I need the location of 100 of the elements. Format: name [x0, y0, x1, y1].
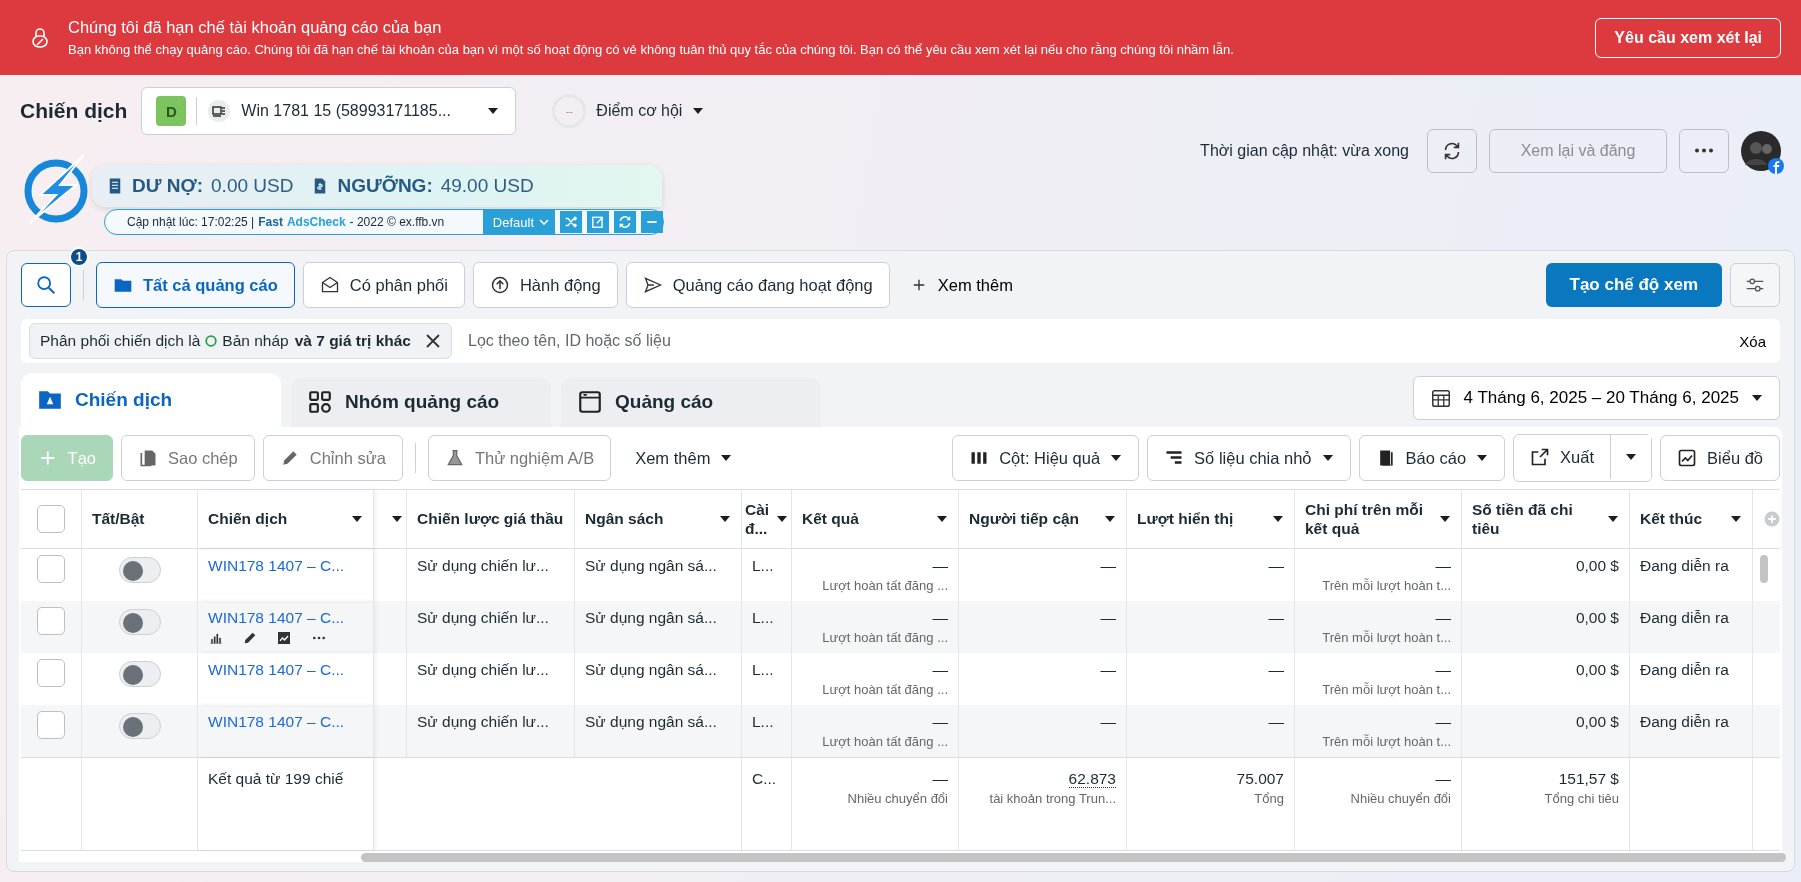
table-cell: — — [1100, 661, 1116, 678]
filter-input[interactable]: Lọc theo tên, ID hoặc số liệu — [466, 331, 1720, 351]
filter-text: Phân phối chiến dịch là — [40, 332, 201, 350]
refresh-button[interactable] — [1427, 128, 1477, 173]
refresh-icon — [618, 215, 632, 229]
total-value: 62.873 — [1068, 770, 1116, 788]
more-views-button[interactable]: Xem thêm — [897, 275, 1025, 295]
column-header[interactable]: Kết thúc — [1640, 509, 1726, 529]
threshold-value: 49.00 USD — [440, 175, 534, 197]
sort-caret-icon[interactable] — [1730, 515, 1742, 523]
toggle-switch[interactable] — [118, 609, 161, 635]
count-badge: 1 — [69, 247, 89, 267]
pencil-icon — [242, 630, 258, 646]
edit-button[interactable] — [587, 211, 609, 233]
table-cell: L... — [752, 713, 774, 730]
column-header[interactable]: Chiến lược giá thầu — [417, 509, 564, 529]
opportunity-score-dropdown[interactable]: -- Điểm cơ hội — [552, 94, 705, 128]
sort-caret-icon[interactable] — [776, 515, 788, 523]
copyright-text: - 2022 © ex.ffb.vn — [349, 215, 445, 229]
table-cell: Sử dụng ngân sá... — [585, 713, 717, 730]
scrollbar[interactable] — [361, 853, 1786, 862]
row-checkbox[interactable] — [37, 607, 65, 635]
table-cell: L... — [752, 557, 774, 574]
table-cell: Đang diễn ra — [1640, 713, 1729, 730]
search-icon — [35, 274, 57, 296]
upload-circle-icon — [489, 275, 510, 295]
total-value: 75.007 — [1236, 770, 1284, 787]
toolbar-button[interactable]: Báo cáo — [1358, 435, 1506, 481]
view-tab[interactable]: Có phân phối — [302, 262, 465, 308]
column-header[interactable]: Chiến dịch — [208, 509, 347, 529]
sort-caret-icon[interactable] — [1607, 515, 1619, 523]
sort-caret-icon[interactable] — [1439, 515, 1451, 523]
toggle-switch[interactable] — [118, 557, 161, 583]
column-header[interactable]: Chi phí trên mỗi kết quả — [1305, 499, 1435, 539]
create-view-button[interactable]: Tạo chế độ xem — [1545, 263, 1722, 307]
page-title: Chiến dịch — [20, 99, 128, 123]
row-checkbox[interactable] — [37, 711, 65, 739]
table-row[interactable]: WIN178 1407 – C... Sử dụng chiến lư... Sử dụng ngân sá... L... — Lượt hoàn tất đăng ... — — — Trên mỗi lượt hoàn t... 0,00 $ Đang diễn ra — [21, 705, 1780, 757]
toolbar-button[interactable]: Biểu đồ — [1660, 435, 1780, 481]
close-icon[interactable] — [425, 333, 441, 349]
cell-note: Trên mỗi lượt hoàn t... — [1321, 734, 1451, 749]
avatar[interactable] — [1741, 130, 1781, 171]
clear-link[interactable]: Xóa — [1733, 332, 1772, 350]
row-checkbox[interactable] — [37, 555, 65, 583]
column-header[interactable]: Cài đ... — [745, 499, 772, 539]
level-tab[interactable]: Nhóm quảng cáo — [291, 377, 551, 427]
settings-button[interactable] — [1730, 263, 1780, 307]
toolbar-button[interactable]: Số liệu chia nhỏ — [1147, 435, 1351, 481]
table-cell: L... — [752, 661, 774, 678]
request-review-button[interactable]: Yêu cầu xem xét lại — [1595, 17, 1781, 58]
sort-caret-icon[interactable] — [351, 515, 363, 523]
campaign-link[interactable]: WIN178 1407 – C... — [208, 557, 345, 574]
table-cell-text: — — [931, 557, 948, 575]
toggle-switch[interactable] — [118, 661, 161, 687]
toggle-switch[interactable] — [118, 713, 161, 739]
brand-name: AdsCheck — [286, 215, 346, 229]
account-dropdown[interactable]: D Win 1781 15 (58993171185... — [141, 87, 517, 135]
filter-bar[interactable]: Phân phối chiến dịch là Bản nháp và 7 giá trị khác Lọc theo tên, ID hoặc số liệu Xóa — [21, 319, 1780, 363]
campaign-link[interactable]: WIN178 1407 – C... — [208, 713, 345, 730]
row-checkbox[interactable] — [37, 659, 65, 687]
filter-chip[interactable]: Phân phối chiến dịch là Bản nháp và 7 giá trị khác — [29, 323, 452, 359]
sort-caret-icon[interactable] — [1272, 515, 1284, 523]
date-range-picker[interactable]: 4 Tháng 6, 2025 – 20 Tháng 6, 2025 — [1412, 376, 1780, 420]
total-label: Tổng — [1253, 791, 1284, 806]
table-cell: — — [1100, 557, 1116, 574]
shuffle-button[interactable] — [560, 211, 582, 233]
more-menu-button[interactable]: Xem thêm — [619, 435, 749, 481]
table-cell: Sử dụng chiến lư... — [417, 661, 549, 678]
column-header[interactable]: Lượt hiển thị — [1137, 509, 1268, 529]
sort-caret-icon[interactable] — [391, 515, 403, 523]
table-cell-text: — — [931, 661, 948, 679]
campaign-link[interactable]: WIN178 1407 – C... — [208, 661, 345, 678]
table-cell: C... — [752, 770, 777, 787]
select-all-checkbox[interactable] — [37, 505, 65, 533]
caret-icon — [1625, 453, 1638, 461]
column-header[interactable]: Kết quả — [802, 509, 932, 529]
banner-message: Bạn không thể chạy quảng cáo. Chúng tôi đã hạn chế tài khoản của bạn vì một số hoạt động có vẻ không tuân thủ quy tắc của chúng tôi. Bạn có thể yêu cầu xem xét lại nếu cho rằng chúng tôi nhầm lẫn. — [68, 42, 1235, 57]
sort-caret-icon[interactable] — [936, 515, 948, 523]
view-tab[interactable]: Tất cả quảng cáo — [96, 262, 295, 308]
column-header[interactable]: Người tiếp cận — [969, 509, 1100, 529]
sort-caret-icon[interactable] — [719, 515, 731, 523]
column-header[interactable]: Ngân sách — [585, 509, 715, 529]
scrollbar[interactable] — [1760, 555, 1768, 583]
table-row[interactable]: WIN178 1407 – C... Sử dụng chiến lư... Sử dụng ngân sá... L... — Lượt hoàn tất đăng ... — — — Trên mỗi lượt hoàn t... 0,00 $ Đang diễn ra — [21, 601, 1780, 653]
cell-note: Lượt hoàn tất đăng ... — [821, 630, 948, 645]
total-label: Nhiều chuyển đổi — [846, 791, 948, 806]
toolbar-button[interactable]: Cột: Hiệu quả — [952, 435, 1140, 481]
cell-note: Lượt hoàn tất đăng ... — [821, 578, 948, 593]
level-tab[interactable]: Chiến dịch — [21, 373, 281, 427]
search-button[interactable] — [21, 263, 71, 307]
view-tab[interactable]: Hành động — [472, 262, 618, 308]
sort-caret-icon[interactable] — [1104, 515, 1116, 523]
minimize-button[interactable] — [641, 211, 663, 233]
campaign-link[interactable]: WIN178 1407 – C... — [208, 609, 345, 626]
column-header[interactable]: Số tiền đã chi tiêu — [1472, 499, 1603, 539]
table-cell: Sử dụng chiến lư... — [417, 557, 549, 574]
level-tab[interactable]: Quảng cáo — [561, 377, 821, 427]
view-tab[interactable]: Quảng cáo đang hoạt động — [625, 262, 890, 308]
column-header[interactable]: Tất/Bật — [92, 509, 187, 529]
table-cell: — — [1268, 609, 1284, 626]
